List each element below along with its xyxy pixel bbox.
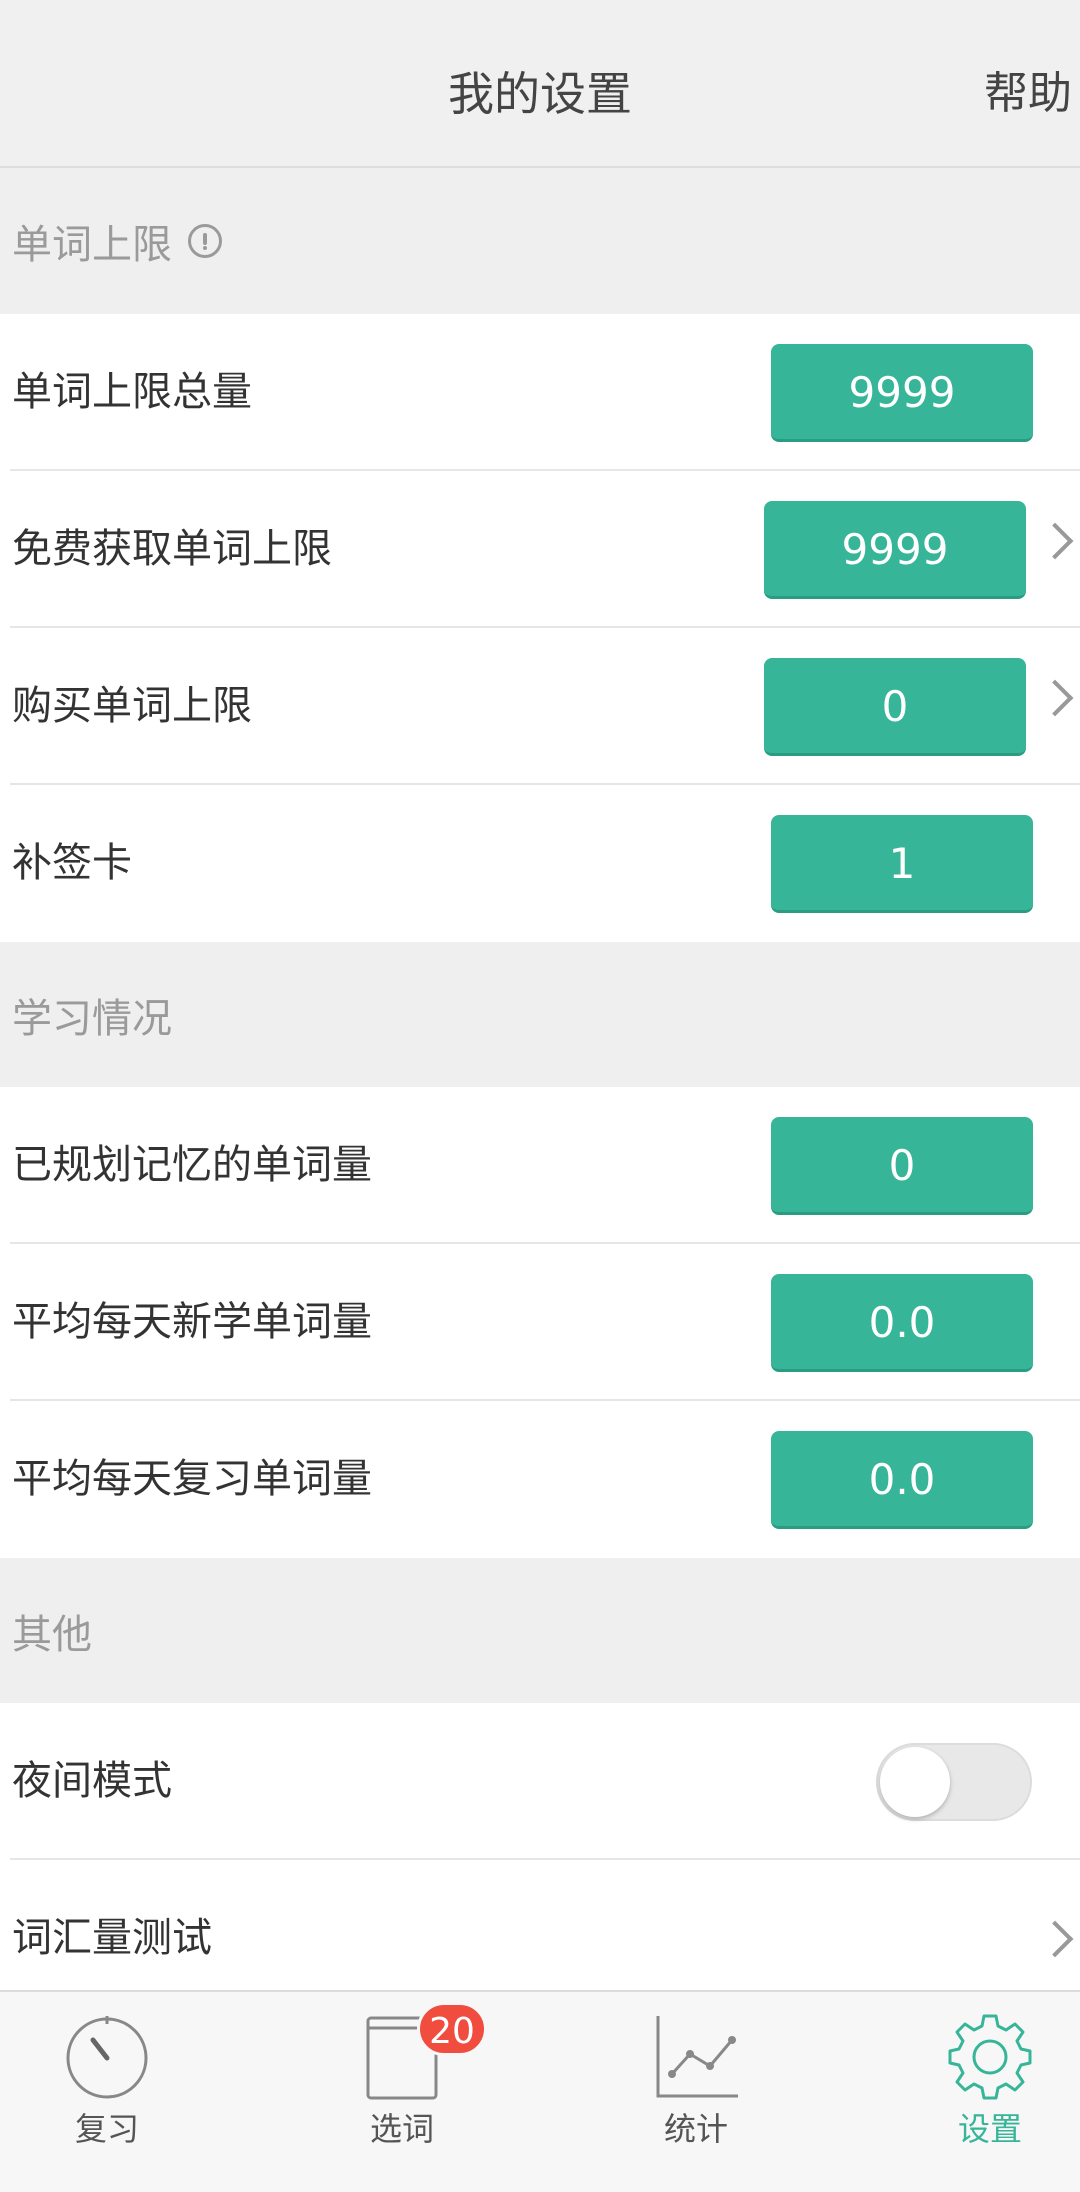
row-label: 免费获取单词上限 xyxy=(12,526,332,572)
planned-words-value[interactable]: 0 xyxy=(771,1117,1033,1215)
chevron-right-icon xyxy=(1036,679,1074,717)
chevron-right-icon xyxy=(1036,1920,1074,1958)
row-avg-new-words: 平均每天新学单词量 0.0 xyxy=(0,1244,1080,1401)
row-label: 补签卡 xyxy=(12,840,132,886)
toggle-knob xyxy=(880,1747,950,1817)
notification-badge: 20 xyxy=(417,2002,487,2056)
tab-bar: 复习 20 选词 统计 设置 xyxy=(0,1990,1080,2192)
row-makeup-card: 补签卡 1 xyxy=(0,785,1080,942)
night-mode-toggle[interactable] xyxy=(876,1743,1032,1821)
tab-label: 设置 xyxy=(957,2110,1022,2148)
chart-icon xyxy=(656,2016,738,2098)
page-title: 我的设置 xyxy=(448,67,632,121)
row-label: 已规划记忆的单词量 xyxy=(12,1142,372,1188)
row-label: 购买单词上限 xyxy=(12,683,252,729)
info-icon[interactable] xyxy=(188,224,222,258)
help-button[interactable]: 帮助 xyxy=(984,0,1072,168)
tab-label: 统计 xyxy=(663,2110,728,2148)
timer-icon xyxy=(66,2016,148,2099)
chevron-right-icon xyxy=(1036,522,1074,560)
row-avg-review-words: 平均每天复习单词量 0.0 xyxy=(0,1401,1080,1558)
row-label: 平均每天复习单词量 xyxy=(12,1456,372,1502)
nav-header: 我的设置 帮助 xyxy=(0,0,1080,168)
tab-label: 复习 xyxy=(74,2110,139,2148)
section-header-study: 学习情况 xyxy=(0,942,1080,1087)
row-label: 夜间模式 xyxy=(12,1758,172,1804)
purchase-limit-value[interactable]: 0 xyxy=(764,658,1026,756)
row-total-limit: 单词上限总量 9999 xyxy=(0,314,1080,471)
row-vocab-test[interactable]: 词汇量测试 xyxy=(0,1860,1080,1990)
row-label: 平均每天新学单词量 xyxy=(12,1299,372,1345)
row-planned-words: 已规划记忆的单词量 0 xyxy=(0,1087,1080,1244)
avg-review-words-value[interactable]: 0.0 xyxy=(771,1431,1033,1529)
tab-label: 选词 xyxy=(369,2110,434,2148)
section-header-other: 其他 xyxy=(0,1558,1080,1703)
section-header-limits: 单词上限 xyxy=(0,168,1080,314)
total-limit-value[interactable]: 9999 xyxy=(771,344,1033,442)
tab-review[interactable]: 复习 xyxy=(7,1992,207,2192)
row-purchase-limit[interactable]: 购买单词上限 0 xyxy=(0,628,1080,785)
row-night-mode: 夜间模式 xyxy=(0,1703,1080,1860)
section-title: 学习情况 xyxy=(12,995,172,1042)
section-title: 单词上限 xyxy=(12,222,172,268)
tab-settings[interactable]: 设置 xyxy=(890,1992,1080,2192)
free-limit-value[interactable]: 9999 xyxy=(764,501,1026,599)
tab-stats[interactable]: 统计 xyxy=(596,1992,796,2192)
gear-icon xyxy=(948,2014,1032,2100)
row-free-limit[interactable]: 免费获取单词上限 9999 xyxy=(0,471,1080,628)
row-label: 单词上限总量 xyxy=(12,369,252,415)
section-title: 其他 xyxy=(12,1611,92,1658)
avg-new-words-value[interactable]: 0.0 xyxy=(771,1274,1033,1372)
tab-select-words[interactable]: 20 选词 xyxy=(302,1992,502,2192)
makeup-card-value[interactable]: 1 xyxy=(771,815,1033,913)
